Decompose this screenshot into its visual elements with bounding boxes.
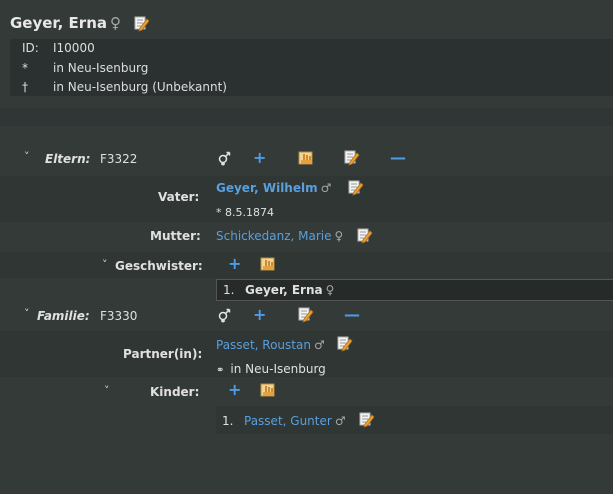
child-name-link[interactable]: Passet, Gunter [244, 414, 332, 428]
male-gender-icon: ♂ [334, 414, 346, 428]
id-label: ID: [22, 41, 39, 55]
remove-parents-button[interactable]: — [390, 150, 406, 166]
remove-family-button[interactable]: — [344, 307, 360, 323]
partner-label: Partner(in): [123, 347, 203, 361]
male-gender-icon: ♂ [320, 181, 332, 195]
parents-family-id: F3322 [100, 152, 138, 166]
edit-family-icon[interactable] [298, 307, 314, 323]
male-gender-icon: ♂ [313, 338, 325, 352]
children-list: 1. Passet, Gunter ♂ [216, 406, 613, 434]
female-gender-icon: ♀ [334, 229, 344, 243]
list-item[interactable]: 1. Geyer, Erna ♀ [223, 283, 334, 297]
family-chevron-icon[interactable]: ˅ [24, 307, 30, 320]
marriage-icon: ⚭ [216, 365, 225, 376]
edit-partner-icon[interactable] [337, 336, 353, 352]
children-label: Kinder: [150, 385, 200, 399]
person-title: Geyer, Erna ♀ [10, 14, 121, 32]
id-value: I10000 [53, 41, 95, 55]
list-item[interactable]: 1. Passet, Gunter ♂ [222, 414, 346, 428]
partner-name-link[interactable]: Passet, Roustan [216, 338, 311, 352]
id-row: ID: I10000 [22, 41, 95, 55]
edit-child-icon[interactable] [359, 412, 375, 428]
parents-label: Eltern: [45, 152, 91, 166]
family-id: F3330 [100, 309, 138, 323]
birth-row: * in Neu-Isenburg [22, 61, 148, 75]
father-entry: Geyer, Wilhelm ♂ [216, 181, 331, 195]
person-info-box: ID: I10000 * in Neu-Isenburg † in Neu-Isenb… [10, 39, 613, 96]
siblings-chevron-icon[interactable]: ˅ [102, 258, 108, 271]
sibling-name: Geyer, Erna [245, 283, 323, 297]
mother-label: Mutter: [150, 229, 201, 243]
death-place: in Neu-Isenburg (Unbekannt) [53, 80, 227, 94]
separator-band [0, 108, 613, 126]
father-birth: * 8.5.1874 [216, 206, 274, 219]
sibling-index: 1. [223, 283, 235, 297]
female-gender-icon: ♀ [110, 14, 121, 32]
partner-entry: Passet, Roustan ♂ [216, 338, 325, 352]
child-index: 1. [222, 414, 234, 428]
person-name: Geyer, Erna [10, 14, 107, 32]
family-label: Familie: [37, 309, 90, 323]
siblings-list: 1. Geyer, Erna ♀ [216, 279, 613, 301]
edit-person-icon[interactable] [134, 16, 150, 32]
add-parent-button[interactable]: + [253, 150, 266, 166]
marriage-place: in Neu-Isenburg [230, 362, 326, 376]
siblings-label: Geschwister: [115, 259, 203, 273]
edit-mother-icon[interactable] [357, 228, 373, 244]
add-sibling-button[interactable]: + [228, 256, 241, 272]
marriage-row: ⚭ in Neu-Isenburg [216, 362, 326, 376]
siblings-band [0, 252, 613, 278]
select-child-icon[interactable] [260, 382, 276, 398]
children-chevron-icon[interactable]: ˅ [104, 384, 110, 397]
mother-name-link[interactable]: Schickedanz, Marie [216, 229, 332, 243]
father-name-link[interactable]: Geyer, Wilhelm [216, 181, 318, 195]
gender-swap-icon[interactable] [216, 307, 232, 325]
add-family-button[interactable]: + [253, 307, 266, 323]
death-row: † in Neu-Isenburg (Unbekannt) [22, 80, 227, 94]
father-label: Vater: [158, 190, 200, 204]
edit-father-icon[interactable] [348, 180, 364, 196]
add-child-button[interactable]: + [228, 382, 241, 398]
edit-parents-icon[interactable] [344, 150, 360, 166]
birth-place: in Neu-Isenburg [53, 61, 149, 75]
gender-swap-icon[interactable] [216, 150, 232, 168]
death-symbol: † [22, 80, 28, 94]
birth-symbol: * [22, 61, 28, 75]
parents-chevron-icon[interactable]: ˅ [24, 150, 30, 163]
select-sibling-icon[interactable] [260, 256, 276, 272]
female-gender-icon: ♀ [325, 283, 335, 297]
select-parent-icon[interactable] [298, 150, 314, 166]
mother-entry: Schickedanz, Marie ♀ [216, 229, 343, 243]
